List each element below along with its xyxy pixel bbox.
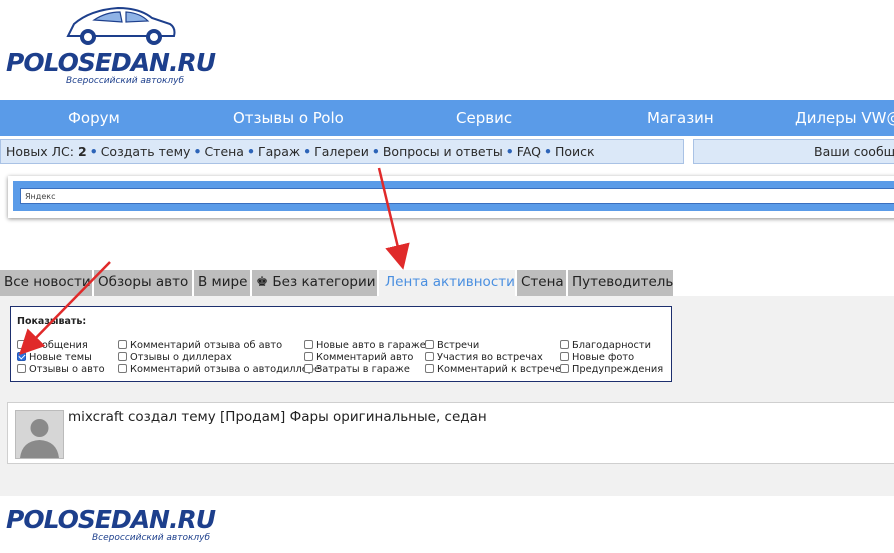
filter-meeting-participation[interactable]: Участия во встречах [425,352,543,364]
filter-new-topics-checkbox[interactable] [17,352,26,361]
tab-all-news[interactable]: Все новости [0,270,93,296]
filter-car-reviews-checkbox[interactable] [17,364,26,373]
search-input[interactable]: Яндекс [20,188,894,204]
filter-car-comments[interactable]: Комментарий авто [304,352,413,364]
link-search[interactable]: Поиск [555,144,595,159]
car-logo-icon [66,6,176,45]
tab-world[interactable]: В мире [194,270,251,296]
messages-box[interactable]: Ваши сообще [693,139,894,164]
filter-car-review-comments-checkbox[interactable] [118,340,127,349]
filter-garage-expenses[interactable]: Затраты в гараже [304,364,410,376]
filter-meeting-comments[interactable]: Комментарий к встрече [425,364,561,376]
link-wall[interactable]: Стена [204,144,244,159]
filter-car-reviews-label[interactable]: Отзывы о авто [29,364,105,375]
link-galleries[interactable]: Галереи [314,144,369,159]
filter-dealer-reviews[interactable]: Отзывы о диллерах [118,352,232,364]
filter-new-garage-cars-checkbox[interactable] [304,340,313,349]
filter-car-comments-label[interactable]: Комментарий авто [316,352,413,363]
footer-logo-subtitle: Всероссийский автоклуб [92,533,211,543]
pm-label[interactable]: Новых ЛС: [6,144,74,159]
filter-new-topics[interactable]: Новые темы [17,352,92,364]
filter-dealer-review-comments-checkbox[interactable] [118,364,127,373]
filter-meeting-comments-checkbox[interactable] [425,364,434,373]
filter-warnings[interactable]: Предупреждения [560,364,663,376]
filter-thanks[interactable]: Благодарности [560,340,651,352]
filter-meetings-checkbox[interactable] [425,340,434,349]
filter-messages-label[interactable]: Сообщения [29,340,88,351]
tab-activity-feed[interactable]: Лента активности [379,270,516,296]
nav-item-shop[interactable]: Магазин [647,109,714,127]
filter-warnings-checkbox[interactable] [560,364,569,373]
nav-item-forum[interactable]: Форум [68,109,120,127]
filter-new-photos-label[interactable]: Новые фото [572,352,634,363]
filter-car-comments-checkbox[interactable] [304,352,313,361]
filter-garage-expenses-checkbox[interactable] [304,364,313,373]
logo-subtitle: Всероссийский автоклуб [66,76,185,86]
filter-title: Показывать: [17,316,87,327]
filter-meeting-participation-label[interactable]: Участия во встречах [437,352,543,363]
filter-messages[interactable]: Сообщения [17,340,88,352]
filter-dealer-reviews-label[interactable]: Отзывы о диллерах [130,352,232,363]
feed-item-text[interactable]: mixcraft создал тему [Продам] Фары ориги… [68,409,487,425]
tab-car-reviews[interactable]: Обзоры авто [94,270,193,296]
feed-item[interactable]: mixcraft создал тему [Продам] Фары ориги… [7,402,894,464]
avatar[interactable] [15,410,64,459]
filter-meeting-participation-checkbox[interactable] [425,352,434,361]
pm-count[interactable]: 2 [78,144,87,159]
crown-icon: ♚ [256,274,269,290]
nav-item-dealers[interactable]: Дилеры VW@ [795,109,894,127]
filter-messages-checkbox[interactable] [17,340,26,349]
tab-uncategorized-label: Без категории [272,274,376,290]
filter-thanks-checkbox[interactable] [560,340,569,349]
main-nav: Форум Отзывы о Polo Сервис Магазин Дилер… [0,100,894,136]
filter-dealer-reviews-checkbox[interactable] [118,352,127,361]
logo-brand: POLOSEDAN.RU [6,48,216,77]
link-faq[interactable]: FAQ [517,144,541,159]
filter-meetings-label[interactable]: Встречи [437,340,479,351]
search-frame: Яндекс [8,176,894,218]
tab-uncategorized[interactable]: ♚ Без категории [252,270,378,296]
filter-dealer-review-comments[interactable]: Комментарий отзыва о автодиллере [118,364,320,376]
search-bar: Яндекс [13,181,894,211]
footer-logo-brand: POLOSEDAN.RU [6,505,216,534]
tab-guide[interactable]: Путеводитель [568,270,674,296]
filter-box: Показывать: Сообщения Новые темы Отзывы о … [10,306,672,382]
filter-car-review-comments[interactable]: Комментарий отзыва об авто [118,340,282,352]
filter-meetings[interactable]: Встречи [425,340,479,352]
filter-new-topics-label[interactable]: Новые темы [29,352,92,363]
user-silhouette-icon [20,419,59,458]
tab-wall[interactable]: Стена [517,270,567,296]
filter-garage-expenses-label[interactable]: Затраты в гараже [316,364,410,375]
filter-meeting-comments-label[interactable]: Комментарий к встрече [437,364,561,375]
site-logo[interactable]: POLOSEDAN.RU Всероссийский автоклуб [6,2,221,92]
link-garage[interactable]: Гараж [258,144,300,159]
link-qa[interactable]: Вопросы и ответы [383,144,503,159]
filter-new-garage-cars[interactable]: Новые авто в гараже [304,340,426,352]
filter-new-photos-checkbox[interactable] [560,352,569,361]
user-links-bar: Новых ЛС: 2 • Создать тему • Стена • Гараж • Гал… [0,139,684,164]
filter-new-garage-cars-label[interactable]: Новые авто в гараже [316,340,426,351]
nav-item-reviews[interactable]: Отзывы о Polo [233,109,344,127]
filter-car-review-comments-label[interactable]: Комментарий отзыва об авто [130,340,282,351]
filter-dealer-review-comments-label[interactable]: Комментарий отзыва о автодиллере [130,364,320,375]
nav-item-service[interactable]: Сервис [456,109,512,127]
link-create-topic[interactable]: Создать тему [101,144,191,159]
footer-logo[interactable]: POLOSEDAN.RU Всероссийский автоклуб [6,505,266,553]
filter-warnings-label[interactable]: Предупреждения [572,364,663,375]
filter-car-reviews[interactable]: Отзывы о авто [17,364,105,376]
messages-label: Ваши сообще [814,144,894,159]
filter-thanks-label[interactable]: Благодарности [572,340,651,351]
filter-new-photos[interactable]: Новые фото [560,352,634,364]
